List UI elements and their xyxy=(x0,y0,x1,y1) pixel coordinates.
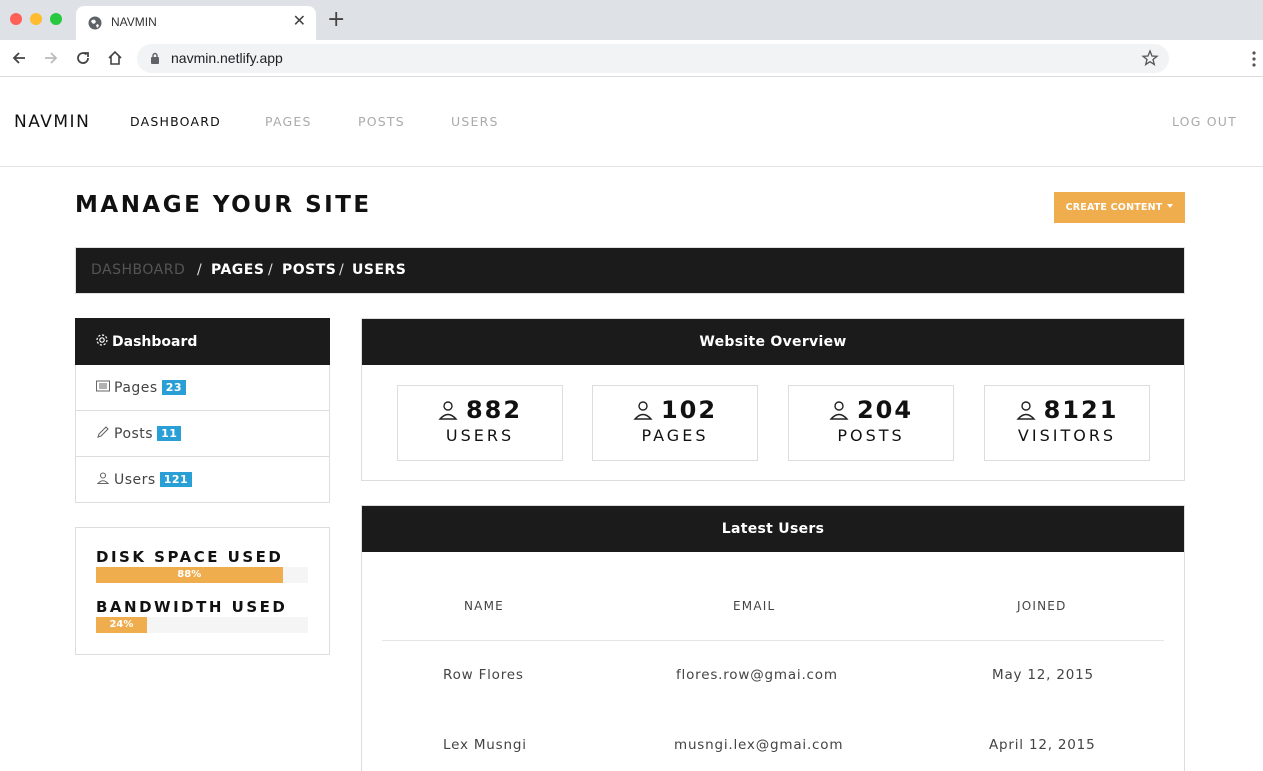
nav-users[interactable]: USERS xyxy=(451,114,499,129)
browser-tab[interactable]: NAVMIN ✕ xyxy=(76,6,316,40)
user-icon xyxy=(1016,401,1036,420)
sidebar-item-pages[interactable]: Pages 23 xyxy=(75,365,330,411)
home-icon[interactable] xyxy=(106,49,124,67)
stat-pages: 102 PAGES xyxy=(592,385,758,461)
sidebar-item-label: Posts xyxy=(114,426,154,442)
disk-space-fill: 88% xyxy=(96,567,283,583)
table-cell-name: Lex Musngi xyxy=(443,737,527,753)
stat-visitors-value: 8121 xyxy=(1043,396,1119,424)
stat-posts-label: POSTS xyxy=(837,426,905,445)
user-icon xyxy=(438,401,458,420)
stat-users-label: USERS xyxy=(445,426,515,445)
sidebar-item-users[interactable]: Users 121 xyxy=(75,457,330,503)
bandwidth-label: BANDWIDTH USED xyxy=(96,598,288,616)
sidebar-item-label: Pages xyxy=(114,380,158,396)
bandwidth-fill: 24% xyxy=(96,617,147,633)
breadcrumb-separator: / xyxy=(197,262,202,278)
stat-pages-value: 102 xyxy=(660,396,718,424)
breadcrumb: DASHBOARD / PAGES / POSTS / USERS xyxy=(75,247,1185,294)
user-icon xyxy=(633,401,653,420)
address-bar[interactable]: navmin.netlify.app xyxy=(137,44,1169,73)
stat-visitors-label: VISITORS xyxy=(1017,426,1117,445)
logout-link[interactable]: LOG OUT xyxy=(1172,114,1237,129)
disk-space-progress: 88% xyxy=(96,567,308,583)
nav-pages[interactable]: PAGES xyxy=(265,114,312,129)
user-icon xyxy=(96,472,110,485)
page-title: MANAGE YOUR SITE xyxy=(75,192,372,218)
overview-title: Website Overview xyxy=(362,319,1184,365)
browser-toolbar: navmin.netlify.app xyxy=(0,40,1263,77)
gear-icon xyxy=(96,334,108,346)
brand-logo[interactable]: NAVMIN xyxy=(14,112,90,132)
latest-users-title: Latest Users xyxy=(362,506,1184,552)
maximize-window-button[interactable] xyxy=(50,13,62,25)
column-header-email: EMAIL xyxy=(733,599,776,613)
website-overview-panel: Website Overview 882 USERS 102 PAGES 204… xyxy=(361,318,1185,481)
app-navbar: NAVMIN DASHBOARD PAGES POSTS USERS LOG O… xyxy=(0,77,1263,167)
bookmark-star-icon[interactable] xyxy=(1141,49,1159,67)
lock-icon xyxy=(151,52,159,64)
stat-posts: 204 POSTS xyxy=(788,385,954,461)
table-cell-name: Row Flores xyxy=(443,667,524,683)
stat-users-value: 882 xyxy=(465,396,523,424)
stat-pages-label: PAGES xyxy=(641,426,709,445)
create-content-button[interactable]: CREATE CONTENT xyxy=(1054,192,1185,223)
globe-icon xyxy=(88,16,102,30)
sidebar-item-label: Users xyxy=(114,472,156,488)
browser-menu-icon[interactable] xyxy=(1250,50,1258,68)
sidebar-item-dashboard[interactable]: Dashboard xyxy=(75,318,330,365)
list-icon xyxy=(96,380,110,392)
breadcrumb-dashboard: DASHBOARD xyxy=(91,262,186,278)
browser-tabstrip: NAVMIN ✕ + xyxy=(0,0,1263,40)
table-cell-joined: April 12, 2015 xyxy=(989,737,1096,753)
nav-dashboard[interactable]: DASHBOARD xyxy=(130,114,221,129)
posts-count-badge: 11 xyxy=(157,426,182,441)
stat-visitors: 8121 VISITORS xyxy=(984,385,1150,461)
minimize-window-button[interactable] xyxy=(30,13,42,25)
sidebar-menu: Dashboard Pages 23 Posts 11 Users 121 xyxy=(75,318,330,503)
new-tab-icon[interactable]: + xyxy=(327,7,345,33)
sidebar-item-posts[interactable]: Posts 11 xyxy=(75,411,330,457)
reload-icon[interactable] xyxy=(74,49,92,67)
forward-arrow-icon[interactable] xyxy=(42,49,60,67)
close-window-button[interactable] xyxy=(10,13,22,25)
breadcrumb-separator: / xyxy=(339,262,344,278)
column-header-joined: JOINED xyxy=(1017,599,1067,613)
stat-users: 882 USERS xyxy=(397,385,563,461)
url-text: navmin.netlify.app xyxy=(171,50,283,66)
bandwidth-progress: 24% xyxy=(96,617,308,633)
breadcrumb-separator: / xyxy=(268,262,273,278)
breadcrumb-posts[interactable]: POSTS xyxy=(282,262,336,278)
table-cell-joined: May 12, 2015 xyxy=(992,667,1094,683)
sidebar-heading-label: Dashboard xyxy=(112,334,198,350)
pages-count-badge: 23 xyxy=(161,380,186,395)
latest-users-panel: Latest Users NAME EMAIL JOINED Row Flore… xyxy=(361,505,1185,771)
pencil-icon xyxy=(97,426,109,438)
breadcrumb-pages[interactable]: PAGES xyxy=(211,262,264,278)
user-icon xyxy=(829,401,849,420)
create-content-label: CREATE CONTENT xyxy=(1065,202,1163,213)
column-header-name: NAME xyxy=(464,599,504,613)
stat-posts-value: 204 xyxy=(856,396,914,424)
caret-down-icon xyxy=(1167,204,1174,208)
users-count-badge: 121 xyxy=(159,472,193,487)
disk-space-label: DISK SPACE USED xyxy=(96,548,284,566)
table-cell-email: musngi.lex@gmai.com xyxy=(674,737,844,753)
tab-title: NAVMIN xyxy=(111,15,157,29)
back-arrow-icon[interactable] xyxy=(10,49,28,67)
table-header-divider xyxy=(382,640,1164,641)
close-tab-icon[interactable]: ✕ xyxy=(293,11,306,30)
breadcrumb-users[interactable]: USERS xyxy=(352,262,406,278)
table-cell-email: flores.row@gmai.com xyxy=(676,667,838,683)
nav-posts[interactable]: POSTS xyxy=(358,114,405,129)
usage-panel: DISK SPACE USED 88% BANDWIDTH USED 24% xyxy=(75,527,330,655)
